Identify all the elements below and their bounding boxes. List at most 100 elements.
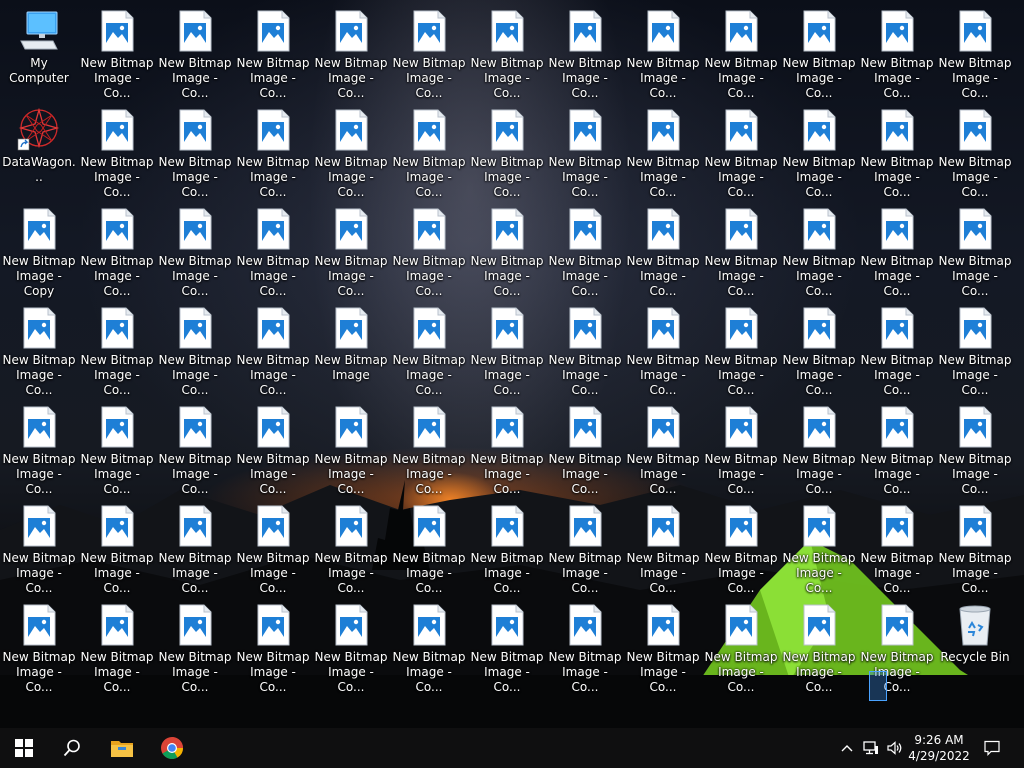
desktop-icon-bitmap[interactable]: New Bitmap Image - Co... — [313, 198, 389, 298]
desktop-icon-bitmap[interactable]: New Bitmap Image - Co... — [235, 99, 311, 199]
desktop-icon-bitmap[interactable]: New Bitmap Image - Co... — [625, 99, 701, 199]
desktop-icon-bitmap[interactable]: New Bitmap Image - Co... — [547, 99, 623, 199]
desktop-icon-bitmap[interactable]: New Bitmap Image - Co... — [703, 495, 779, 595]
desktop-icon-bitmap[interactable]: New Bitmap Image - Co... — [1, 495, 77, 595]
desktop-icon-bitmap[interactable]: New Bitmap Image - Co... — [157, 198, 233, 298]
desktop-icon-bitmap[interactable]: New Bitmap Image - Co... — [391, 495, 467, 595]
desktop-icon-bitmap[interactable]: New Bitmap Image - Co... — [469, 198, 545, 298]
search-button[interactable] — [48, 728, 96, 768]
desktop-icon-bitmap[interactable]: New Bitmap Image - Co... — [313, 594, 389, 694]
desktop-icon-bitmap[interactable]: New Bitmap Image - Co... — [391, 99, 467, 199]
desktop-icon-computer[interactable]: My Computer — [1, 0, 77, 94]
desktop-icon-bitmap[interactable]: New Bitmap Image - Co... — [391, 198, 467, 298]
desktop-icon-bitmap[interactable]: New Bitmap Image - Co... — [79, 198, 155, 298]
desktop-icon-bitmap[interactable]: New Bitmap Image - Co... — [781, 297, 857, 397]
desktop-icon-bitmap[interactable]: New Bitmap Image - Co... — [937, 99, 1013, 199]
desktop-icon-bitmap[interactable]: New Bitmap Image - Co... — [469, 99, 545, 199]
desktop-icon-bitmap[interactable]: New Bitmap Image - Co... — [469, 0, 545, 100]
show-hidden-icons-button[interactable] — [836, 728, 858, 768]
desktop-icon-bitmap[interactable]: New Bitmap Image - Co... — [79, 297, 155, 397]
desktop-icon-bitmap[interactable]: New Bitmap Image - Co... — [547, 396, 623, 496]
desktop-icon-bitmap[interactable]: New Bitmap Image - Co... — [625, 396, 701, 496]
desktop-icon-bitmap[interactable]: New Bitmap Image - Co... — [859, 495, 935, 595]
desktop-icon-bitmap[interactable]: New Bitmap Image - Co... — [313, 0, 389, 100]
desktop-icon-bitmap[interactable]: New Bitmap Image - Co... — [937, 198, 1013, 298]
desktop-icon-bitmap[interactable]: New Bitmap Image - Co... — [547, 594, 623, 694]
desktop-icon-datawagon[interactable]: DataWagon... — [1, 99, 77, 193]
chrome-button[interactable] — [148, 728, 196, 768]
desktop-icon-bitmap[interactable]: New Bitmap Image - Co... — [235, 0, 311, 100]
desktop-icon-bitmap[interactable]: New Bitmap Image - Co... — [79, 99, 155, 199]
desktop-icon-bitmap[interactable]: New Bitmap Image - Co... — [547, 0, 623, 100]
desktop-icon-bitmap[interactable]: New Bitmap Image - Co... — [391, 396, 467, 496]
desktop-icon-bitmap[interactable]: New Bitmap Image - Co... — [625, 198, 701, 298]
desktop-icon-bitmap[interactable]: New Bitmap Image - Co... — [781, 198, 857, 298]
desktop-icon-bitmap[interactable]: New Bitmap Image - Co... — [157, 594, 233, 694]
desktop-icon-bitmap[interactable]: New Bitmap Image - Co... — [703, 198, 779, 298]
desktop-icon-bitmap[interactable]: New Bitmap Image - Co... — [625, 594, 701, 694]
desktop-icon-bitmap[interactable]: New Bitmap Image - Co... — [157, 495, 233, 595]
desktop-icon-bitmap[interactable]: New Bitmap Image - Co... — [937, 495, 1013, 595]
desktop-icon-bitmap[interactable]: New Bitmap Image - Co... — [703, 594, 779, 694]
desktop-icon-bitmap[interactable]: New Bitmap Image - Co... — [313, 99, 389, 199]
desktop-icon-bitmap[interactable]: New Bitmap Image - Co... — [625, 297, 701, 397]
desktop-icon-bitmap[interactable]: New Bitmap Image - Co... — [235, 594, 311, 694]
desktop-icon-bitmap[interactable]: New Bitmap Image - Co... — [469, 594, 545, 694]
notification-center-button[interactable] — [980, 728, 1004, 768]
desktop-icon-bitmap[interactable]: New Bitmap Image - Co... — [781, 0, 857, 100]
desktop-icon-bitmap[interactable]: New Bitmap Image - Co... — [391, 0, 467, 100]
desktop-icon-bitmap[interactable]: New Bitmap Image - Co... — [703, 0, 779, 100]
desktop-icon-recycle[interactable]: Recycle Bin — [937, 594, 1013, 688]
desktop-icon-bitmap[interactable]: New Bitmap Image - Co... — [859, 396, 935, 496]
desktop-icon-bitmap[interactable]: New Bitmap Image - Co... — [79, 396, 155, 496]
desktop-icon-bitmap[interactable]: New Bitmap Image - Co... — [469, 495, 545, 595]
network-button[interactable] — [860, 728, 882, 768]
desktop-icon-bitmap[interactable]: New Bitmap Image - Co... — [313, 396, 389, 496]
desktop-icon-bitmap[interactable]: New Bitmap Image - Co... — [469, 297, 545, 397]
desktop-icon-bitmap[interactable]: New Bitmap Image - Co... — [859, 0, 935, 100]
desktop-icon-bitmap[interactable]: New Bitmap Image — [313, 297, 389, 391]
desktop-icon-bitmap[interactable]: New Bitmap Image - Co... — [703, 297, 779, 397]
desktop-icon-bitmap[interactable]: New Bitmap Image - Co... — [781, 396, 857, 496]
desktop-icon-bitmap[interactable]: New Bitmap Image - Co... — [235, 495, 311, 595]
desktop-icon-bitmap[interactable]: New Bitmap Image - Co... — [157, 0, 233, 100]
desktop-icon-bitmap[interactable]: New Bitmap Image - Co... — [235, 396, 311, 496]
desktop-icon-bitmap[interactable]: New Bitmap Image - Co... — [157, 297, 233, 397]
desktop-icon-bitmap[interactable]: New Bitmap Image - Co... — [937, 297, 1013, 397]
desktop-icon-bitmap[interactable]: New Bitmap Image - Co... — [547, 495, 623, 595]
desktop-icon-bitmap[interactable]: New Bitmap Image - Co... — [1, 396, 77, 496]
desktop-icon-bitmap[interactable]: New Bitmap Image - Co... — [391, 297, 467, 397]
desktop-icon-bitmap[interactable]: New Bitmap Image - Co... — [937, 0, 1013, 100]
desktop-icon-bitmap[interactable]: New Bitmap Image - Co... — [469, 396, 545, 496]
desktop-icon-bitmap[interactable]: New Bitmap Image - Co... — [391, 594, 467, 694]
desktop-icon-bitmap[interactable]: New Bitmap Image - Co... — [781, 594, 857, 694]
desktop-icon-bitmap[interactable]: New Bitmap Image - Co... — [703, 396, 779, 496]
desktop-icon-bitmap[interactable]: New Bitmap Image - Co... — [157, 99, 233, 199]
desktop-icon-bitmap[interactable]: New Bitmap Image - Co... — [625, 495, 701, 595]
desktop-icon-bitmap[interactable]: New Bitmap Image - Co... — [781, 495, 857, 595]
desktop-icon-bitmap[interactable]: New Bitmap Image - Co... — [235, 297, 311, 397]
desktop-icon-bitmap[interactable]: New Bitmap Image - Co... — [859, 99, 935, 199]
desktop-icon-bitmap[interactable]: New Bitmap Image - Co... — [313, 495, 389, 595]
desktop-icon-bitmap[interactable]: New Bitmap Image - Copy — [1, 198, 77, 298]
desktop-icon-bitmap[interactable]: New Bitmap Image - Co... — [1, 297, 77, 397]
desktop-icon-bitmap[interactable]: New Bitmap Image - Co... — [79, 0, 155, 100]
clock[interactable]: 9:26 AM 4/29/2022 — [900, 728, 978, 768]
desktop-icon-bitmap[interactable]: New Bitmap Image - Co... — [625, 0, 701, 100]
desktop-icon-bitmap[interactable]: New Bitmap Image - Co... — [781, 99, 857, 199]
desktop-icon-bitmap[interactable]: New Bitmap Image - Co... — [547, 297, 623, 397]
desktop-icon-bitmap[interactable]: New Bitmap Image - Co... — [547, 198, 623, 298]
desktop-icon-bitmap[interactable]: New Bitmap Image - Co... — [79, 594, 155, 694]
desktop-icon-bitmap[interactable]: New Bitmap Image - Co... — [859, 198, 935, 298]
desktop-icon-bitmap[interactable]: New Bitmap Image - Co... — [79, 495, 155, 595]
file-explorer-button[interactable] — [98, 728, 146, 768]
desktop-icon-bitmap[interactable]: New Bitmap Image - Co... — [157, 396, 233, 496]
desktop-icon-bitmap[interactable]: New Bitmap Image - Co... — [1, 594, 77, 694]
desktop-icon-label: New Bitmap Image - Co... — [548, 452, 622, 496]
desktop-icon-bitmap[interactable]: New Bitmap Image - Co... — [235, 198, 311, 298]
desktop-icon-bitmap[interactable]: New Bitmap Image - Co... — [703, 99, 779, 199]
start-button[interactable] — [0, 728, 48, 768]
desktop-icon-bitmap[interactable]: New Bitmap Image - Co... — [937, 396, 1013, 496]
desktop[interactable]: My Computer New Bitmap Image - Co... New B… — [0, 0, 1024, 730]
desktop-icon-bitmap[interactable]: New Bitmap Image - Co... — [859, 297, 935, 397]
